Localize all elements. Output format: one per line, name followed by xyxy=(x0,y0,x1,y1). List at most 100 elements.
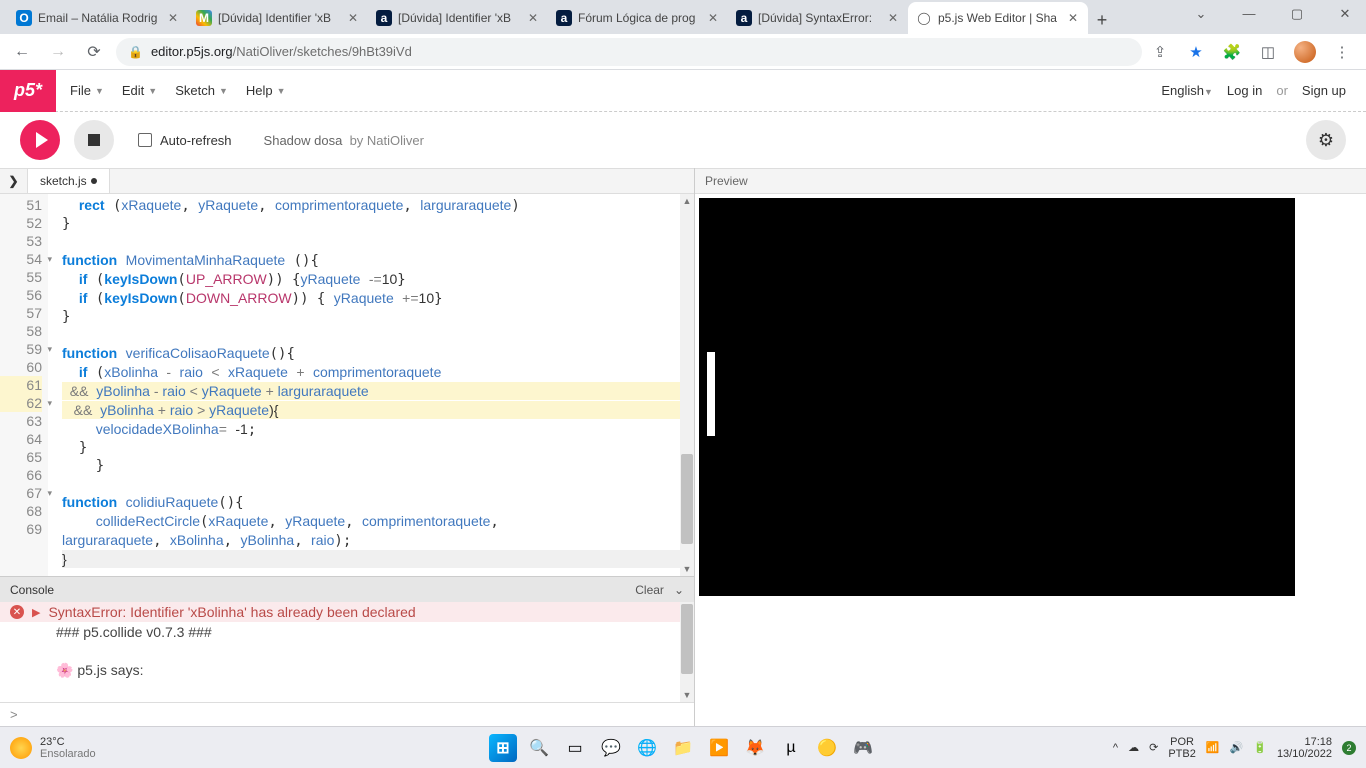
file-tab-sketch[interactable]: sketch.js xyxy=(28,169,110,193)
notification-badge[interactable]: 2 xyxy=(1342,741,1356,755)
chat-icon[interactable]: 💬 xyxy=(597,734,625,762)
menu-file[interactable]: File▼ xyxy=(70,83,104,98)
code-area[interactable]: rect (xRaquete, yRaquete, comprimentoraq… xyxy=(48,194,694,576)
menu-edit[interactable]: Edit▼ xyxy=(122,83,157,98)
console-body: ✕ ▶ SyntaxError: Identifier 'xBolinha' h… xyxy=(0,602,694,702)
tab-title: p5.js Web Editor | Sha xyxy=(938,11,1060,25)
browser-tab-alura-3[interactable]: a[Dúvida] SyntaxError:✕ xyxy=(728,2,908,34)
caret-down-icon: ▼ xyxy=(1204,87,1213,97)
preview-column: Preview xyxy=(695,168,1366,726)
start-button[interactable]: ⊞ xyxy=(489,734,517,762)
search-button[interactable]: 🔍 xyxy=(525,734,553,762)
p5-menubar: p5* File▼ Edit▼ Sketch▼ Help▼ English▼ L… xyxy=(0,70,1366,112)
task-view-button[interactable]: ▭ xyxy=(561,734,589,762)
close-icon[interactable]: ✕ xyxy=(346,11,360,25)
browser-chrome: ⌄ ― ▢ ✕ OEmail – Natália Rodrig✕ M[Dúvid… xyxy=(0,0,1366,70)
stop-button[interactable] xyxy=(74,120,114,160)
browser-tab-gmail[interactable]: M[Dúvida] Identifier 'xB✕ xyxy=(188,2,368,34)
close-icon[interactable]: ✕ xyxy=(526,11,540,25)
console-collapse-button[interactable]: ⌄ xyxy=(674,583,684,597)
battery-icon[interactable]: 🔋 xyxy=(1253,741,1267,754)
browser-tab-alura-1[interactable]: a [Dúvida] Identifier 'xB ✕ xyxy=(368,2,548,34)
login-link[interactable]: Log in xyxy=(1227,83,1262,98)
discord-icon[interactable]: 🎮 xyxy=(849,734,877,762)
windows-taskbar: 23°CEnsolarado ⊞ 🔍 ▭ 💬 🌐 📁 ▶️ 🦊 µ 🟡 🎮 ^ … xyxy=(0,726,1366,768)
youtube-icon[interactable]: ▶️ xyxy=(705,734,733,762)
weather-widget[interactable]: 23°CEnsolarado xyxy=(10,736,96,760)
chrome-icon[interactable]: 🟡 xyxy=(813,734,841,762)
address-bar: ← → ⟳ 🔒 editor.p5js.org/NatiOliver/sketc… xyxy=(0,34,1366,70)
browser-tab-alura-2[interactable]: aFórum Lógica de prog✕ xyxy=(548,2,728,34)
forward-button[interactable]: → xyxy=(44,38,72,66)
auto-refresh-toggle[interactable]: Auto-refresh xyxy=(138,133,232,148)
caret-right-icon[interactable]: ▶ xyxy=(32,606,40,619)
reload-button[interactable]: ⟳ xyxy=(80,38,108,66)
console-scrollbar[interactable]: ▼ xyxy=(680,602,694,702)
window-minimize-button[interactable]: ― xyxy=(1234,6,1264,22)
file-explorer-icon[interactable]: 📁 xyxy=(669,734,697,762)
caret-down-icon: ▼ xyxy=(148,86,157,96)
url-input[interactable]: 🔒 editor.p5js.org/NatiOliver/sketches/9h… xyxy=(116,38,1142,66)
close-icon[interactable]: ✕ xyxy=(886,11,900,25)
close-icon[interactable]: ✕ xyxy=(1066,11,1080,25)
share-icon[interactable]: ⇪ xyxy=(1150,42,1170,62)
settings-button[interactable]: ⚙ xyxy=(1306,120,1346,160)
console-clear-button[interactable]: Clear xyxy=(635,583,664,597)
play-button[interactable] xyxy=(20,120,60,160)
console-line: 🌸 p5.js says: xyxy=(0,660,694,681)
browser-tab-outlook[interactable]: OEmail – Natália Rodrig✕ xyxy=(8,2,188,34)
sync-icon[interactable]: ⟳ xyxy=(1149,741,1158,754)
p5-toolbar: Auto-refresh Shadow dosa by NatiOliver ⚙ xyxy=(0,112,1366,168)
new-tab-button[interactable]: + xyxy=(1088,6,1116,34)
line-gutter: 515253545556575859606162636465666768 69 xyxy=(0,194,48,576)
p5-logo[interactable]: p5* xyxy=(0,70,56,112)
menu-sketch[interactable]: Sketch▼ xyxy=(175,83,228,98)
bookmark-star-icon[interactable]: ★ xyxy=(1186,42,1206,62)
sun-icon xyxy=(10,737,32,759)
menu-help[interactable]: Help▼ xyxy=(246,83,286,98)
volume-icon[interactable]: 🔊 xyxy=(1230,741,1244,754)
back-button[interactable]: ← xyxy=(8,38,36,66)
extensions-icon[interactable]: 🧩 xyxy=(1222,42,1242,62)
scroll-up-icon[interactable]: ▲ xyxy=(680,194,694,208)
language-indicator[interactable]: PORPTB2 xyxy=(1168,736,1196,760)
window-close-button[interactable]: ✕ xyxy=(1330,6,1360,22)
caret-down-icon: ▼ xyxy=(95,86,104,96)
file-tabs: ❯ sketch.js xyxy=(0,168,694,194)
caret-down-icon: ▼ xyxy=(219,86,228,96)
code-editor[interactable]: 515253545556575859606162636465666768 69 … xyxy=(0,194,694,576)
clock[interactable]: 17:1813/10/2022 xyxy=(1277,736,1332,760)
tray-chevron-icon[interactable]: ^ xyxy=(1113,742,1118,754)
sketch-name[interactable]: Shadow dosa by NatiOliver xyxy=(264,133,424,148)
scroll-down-icon[interactable]: ▼ xyxy=(680,688,694,702)
scroll-thumb[interactable] xyxy=(681,604,693,674)
scroll-thumb[interactable] xyxy=(681,454,693,544)
signup-link[interactable]: Sign up xyxy=(1302,83,1346,98)
console-error-row: ✕ ▶ SyntaxError: Identifier 'xBolinha' h… xyxy=(0,602,694,622)
editor-scrollbar[interactable]: ▲ ▼ xyxy=(680,194,694,576)
edge-icon[interactable]: 🌐 xyxy=(633,734,661,762)
close-icon[interactable]: ✕ xyxy=(706,11,720,25)
wifi-icon[interactable]: 📶 xyxy=(1206,741,1220,754)
firefox-icon[interactable]: 🦊 xyxy=(741,734,769,762)
window-controls: ⌄ ― ▢ ✕ xyxy=(1186,6,1360,22)
console-header: Console Clear ⌄ xyxy=(0,576,694,602)
window-maximize-button[interactable]: ▢ xyxy=(1282,6,1312,22)
sidepanel-icon[interactable]: ◫ xyxy=(1258,42,1278,62)
onedrive-icon[interactable]: ☁ xyxy=(1128,741,1139,754)
profile-avatar[interactable] xyxy=(1294,41,1316,63)
sketch-canvas[interactable] xyxy=(699,198,1295,596)
utorrent-icon[interactable]: µ xyxy=(777,734,805,762)
browser-tab-p5js[interactable]: ◯p5.js Web Editor | Sha✕ xyxy=(908,2,1088,34)
tab-title: [Dúvida] Identifier 'xB xyxy=(398,11,520,25)
expand-sidebar-button[interactable]: ❯ xyxy=(0,169,28,193)
or-text: or xyxy=(1276,83,1288,98)
language-selector[interactable]: English▼ xyxy=(1161,83,1213,98)
menu-icon[interactable]: ⋮ xyxy=(1332,42,1352,62)
alura-icon: a xyxy=(376,10,392,26)
checkbox-icon xyxy=(138,133,152,147)
console-input[interactable]: > xyxy=(0,702,694,726)
chevron-down-icon[interactable]: ⌄ xyxy=(1186,6,1216,22)
scroll-down-icon[interactable]: ▼ xyxy=(680,562,694,576)
close-icon[interactable]: ✕ xyxy=(166,11,180,25)
